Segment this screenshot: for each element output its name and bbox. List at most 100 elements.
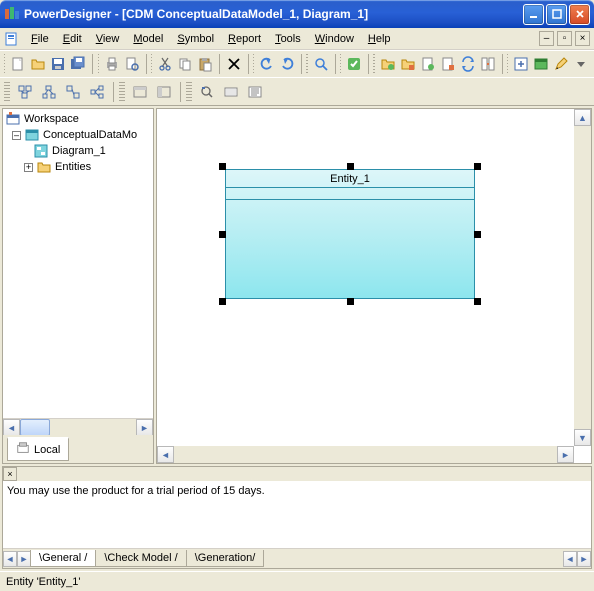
output-message: You may use the product for a trial peri… xyxy=(3,481,591,548)
output-scroll-right[interactable]: ► xyxy=(577,551,591,567)
diagram-canvas[interactable]: Entity_1 ▲ ▼ ◄ ► xyxy=(156,108,592,464)
minimize-button[interactable] xyxy=(523,4,544,25)
menu-view[interactable]: View xyxy=(89,31,127,47)
menu-edit[interactable]: Edit xyxy=(56,31,89,47)
tool-folder2-button[interactable] xyxy=(399,53,417,75)
scroll-thumb[interactable] xyxy=(20,419,50,436)
view-tool-2[interactable] xyxy=(220,81,242,103)
output-scroll-left[interactable]: ◄ xyxy=(563,551,577,567)
tool-folder-button[interactable] xyxy=(379,53,397,75)
resize-handle-nw[interactable] xyxy=(219,163,226,170)
more-tool-button[interactable] xyxy=(572,53,590,75)
tree-root[interactable]: Workspace xyxy=(5,111,151,127)
resize-handle-e[interactable] xyxy=(474,231,481,238)
cut-button[interactable] xyxy=(156,53,174,75)
delete-button[interactable] xyxy=(225,53,243,75)
tree-diagram[interactable]: Diagram_1 xyxy=(5,143,151,159)
toolbar-grip[interactable] xyxy=(373,54,374,74)
view-tool-3[interactable] xyxy=(244,81,266,103)
entity-symbol[interactable]: Entity_1 xyxy=(219,163,481,305)
toolbar-grip[interactable] xyxy=(507,54,508,74)
tool-compare-button[interactable] xyxy=(479,53,497,75)
scroll-track[interactable] xyxy=(574,126,591,429)
tab-check-model[interactable]: \Check Model / xyxy=(95,550,186,567)
display-tool-2[interactable] xyxy=(153,81,175,103)
copy-button[interactable] xyxy=(176,53,194,75)
canvas-hscroll[interactable]: ◄ ► xyxy=(157,446,574,463)
scroll-up-button[interactable]: ▲ xyxy=(574,109,591,126)
scroll-down-button[interactable]: ▼ xyxy=(574,429,591,446)
tab-scroll-left[interactable]: ◄ xyxy=(3,551,17,567)
output-close-button[interactable]: × xyxy=(3,467,17,481)
print-button[interactable] xyxy=(103,53,121,75)
layout-tool-4[interactable] xyxy=(86,81,108,103)
toolbar-grip[interactable] xyxy=(340,54,341,74)
resize-handle-se[interactable] xyxy=(474,298,481,305)
resize-handle-s[interactable] xyxy=(347,298,354,305)
view-tool-1[interactable] xyxy=(196,81,218,103)
resize-handle-n[interactable] xyxy=(347,163,354,170)
layout-tool-2[interactable] xyxy=(38,81,60,103)
mdi-close-button[interactable]: × xyxy=(575,31,590,46)
scroll-right-button[interactable]: ► xyxy=(557,446,574,463)
menu-tools[interactable]: Tools xyxy=(268,31,308,47)
redo-button[interactable] xyxy=(278,53,296,75)
mdi-minimize-button[interactable]: – xyxy=(539,31,554,46)
layout-tool-1[interactable] xyxy=(14,81,36,103)
print-preview-button[interactable] xyxy=(123,53,141,75)
menu-help[interactable]: Help xyxy=(361,31,398,47)
tool-sync-button[interactable] xyxy=(459,53,477,75)
layout-tool-3[interactable] xyxy=(62,81,84,103)
tool-doc2-button[interactable] xyxy=(439,53,457,75)
canvas-vscroll[interactable]: ▲ ▼ xyxy=(574,109,591,446)
tree-entities[interactable]: + Entities xyxy=(5,159,151,175)
scroll-right-button[interactable]: ► xyxy=(136,419,153,436)
close-button[interactable] xyxy=(569,4,590,25)
resize-handle-w[interactable] xyxy=(219,231,226,238)
save-all-button[interactable] xyxy=(69,53,87,75)
save-button[interactable] xyxy=(49,53,67,75)
tab-generation[interactable]: \Generation/ xyxy=(186,550,265,567)
scroll-track[interactable] xyxy=(174,446,557,463)
maximize-button[interactable] xyxy=(546,4,567,25)
display-tool-1[interactable] xyxy=(129,81,151,103)
new-button[interactable] xyxy=(9,53,27,75)
toolbar-grip[interactable] xyxy=(151,54,152,74)
tree-model[interactable]: – ConceptualDataMo xyxy=(5,127,151,143)
menu-file[interactable]: File xyxy=(24,31,56,47)
scroll-track[interactable] xyxy=(50,419,136,435)
undo-button[interactable] xyxy=(258,53,276,75)
resize-handle-sw[interactable] xyxy=(219,298,226,305)
mdi-restore-button[interactable]: ▫ xyxy=(557,31,572,46)
toolbar-grip[interactable] xyxy=(4,54,5,74)
toolbar-grip[interactable] xyxy=(306,54,307,74)
tab-local[interactable]: Local xyxy=(7,437,69,461)
paste-button[interactable] xyxy=(196,53,214,75)
toolbar-grip[interactable] xyxy=(98,54,99,74)
toolbar-grip[interactable] xyxy=(186,82,192,102)
properties-button[interactable] xyxy=(345,53,363,75)
scroll-left-button[interactable]: ◄ xyxy=(3,419,20,436)
menu-model[interactable]: Model xyxy=(126,31,170,47)
toolbar-grip[interactable] xyxy=(119,82,125,102)
menu-window[interactable]: Window xyxy=(308,31,361,47)
collapse-toggle[interactable]: – xyxy=(12,131,21,140)
expand-toggle[interactable]: + xyxy=(24,163,33,172)
toolbar-grip[interactable] xyxy=(253,54,254,74)
menu-report[interactable]: Report xyxy=(221,31,268,47)
resize-handle-ne[interactable] xyxy=(474,163,481,170)
toolbar-grip[interactable] xyxy=(4,82,10,102)
tab-general[interactable]: \General / xyxy=(30,550,96,567)
new-diagram-button[interactable] xyxy=(512,53,530,75)
object-tree[interactable]: Workspace – ConceptualDataMo Diagram_1 +… xyxy=(3,109,153,418)
find-button[interactable] xyxy=(312,53,330,75)
menu-symbol[interactable]: Symbol xyxy=(170,31,221,47)
edit-tool-button[interactable] xyxy=(552,53,570,75)
open-button[interactable] xyxy=(29,53,47,75)
scroll-left-button[interactable]: ◄ xyxy=(157,446,174,463)
sidebar-hscroll[interactable]: ◄ ► xyxy=(3,418,153,435)
tool-doc-button[interactable] xyxy=(419,53,437,75)
entity-tool-button[interactable] xyxy=(532,53,550,75)
tab-scroll-right[interactable]: ► xyxy=(17,551,31,567)
menubar: File Edit View Model Symbol Report Tools… xyxy=(0,28,594,50)
